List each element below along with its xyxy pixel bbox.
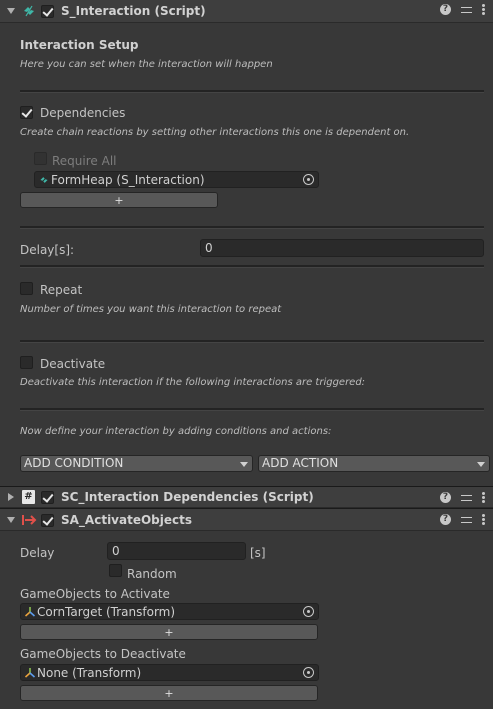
help-icon[interactable]: ?	[440, 492, 451, 503]
presets-icon[interactable]	[461, 514, 472, 525]
delay-input[interactable]: 0	[200, 239, 484, 257]
object-picker-icon[interactable]	[303, 606, 314, 617]
dependency-object-value: FormHeap (S_Interaction)	[51, 173, 205, 187]
interaction-script-icon	[40, 177, 48, 183]
component-header-sa-activate[interactable]: SA_ActivateObjects ?	[0, 508, 493, 531]
interaction-script-icon	[24, 5, 34, 17]
add-dependency-button[interactable]: +	[20, 192, 218, 208]
help-icon[interactable]: ?	[440, 4, 451, 15]
activate-object-value: CornTarget (Transform)	[37, 605, 176, 619]
add-condition-label: ADD CONDITION	[24, 456, 124, 470]
deactivate-label: Deactivate	[40, 357, 106, 371]
header-icons: ?	[440, 4, 485, 15]
add-deactivate-button[interactable]: +	[20, 685, 318, 701]
help-icon[interactable]: ?	[440, 514, 451, 525]
sa-delay-input[interactable]: 0	[107, 542, 246, 560]
dependencies-label: Dependencies	[40, 106, 126, 120]
component-title: S_Interaction (Script)	[61, 4, 206, 18]
divider	[20, 408, 484, 411]
delay-label: Delay[s]:	[20, 243, 75, 257]
script-icon: #	[22, 490, 35, 504]
transform-icon	[25, 668, 35, 678]
component-enabled-checkbox[interactable]	[41, 491, 54, 504]
dependencies-description: Create chain reactions by setting other …	[20, 127, 410, 138]
add-action-dropdown[interactable]: ADD ACTION	[258, 455, 490, 472]
repeat-checkbox[interactable]	[20, 282, 33, 295]
dependencies-checkbox[interactable]	[20, 106, 33, 119]
transform-icon	[25, 607, 35, 617]
define-description: Now define your interaction by adding co…	[20, 426, 332, 437]
more-options-icon[interactable]	[482, 4, 485, 15]
header-icons: ?	[440, 514, 485, 525]
divider	[20, 90, 484, 93]
require-all-checkbox[interactable]	[34, 152, 47, 165]
deactivate-objects-label: GameObjects to Deactivate	[20, 647, 186, 661]
delay-unit-label: [s]	[250, 546, 266, 560]
activate-label: GameObjects to Activate	[20, 587, 170, 601]
section-description: Here you can set when the interaction wi…	[20, 59, 273, 70]
fold-down-icon[interactable]	[7, 517, 15, 523]
presets-icon[interactable]	[461, 4, 472, 15]
dependency-object-field[interactable]: FormHeap (S_Interaction)	[34, 171, 319, 188]
activate-arrow-icon	[22, 515, 37, 525]
more-options-icon[interactable]	[482, 514, 485, 525]
divider	[20, 265, 484, 268]
fold-down-icon[interactable]	[7, 8, 15, 14]
random-checkbox[interactable]	[109, 564, 122, 577]
deactivate-description: Deactivate this interaction if the follo…	[20, 377, 366, 388]
repeat-description: Number of times you want this interactio…	[20, 304, 282, 315]
deactivate-object-field[interactable]: None (Transform)	[20, 664, 319, 681]
add-condition-dropdown[interactable]: ADD CONDITION	[20, 455, 253, 472]
component-header-s-interaction[interactable]: S_Interaction (Script) ?	[0, 0, 493, 23]
more-options-icon[interactable]	[482, 492, 485, 503]
random-label: Random	[127, 567, 177, 581]
object-picker-icon[interactable]	[303, 174, 314, 185]
script-icon-glyph: #	[24, 491, 33, 502]
chevron-down-icon	[240, 462, 248, 467]
section-title: Interaction Setup	[20, 38, 139, 52]
divider	[20, 226, 484, 229]
header-icons: ?	[440, 492, 485, 503]
object-picker-icon[interactable]	[303, 667, 314, 678]
presets-icon[interactable]	[461, 492, 472, 503]
chevron-down-icon	[477, 462, 485, 467]
repeat-label: Repeat	[40, 283, 83, 297]
divider	[20, 340, 484, 343]
component-title: SA_ActivateObjects	[61, 513, 193, 527]
component-header-sc-dependencies[interactable]: # SC_Interaction Dependencies (Script) ?	[0, 486, 493, 508]
sa-delay-label: Delay	[20, 546, 55, 560]
activate-object-field[interactable]: CornTarget (Transform)	[20, 603, 319, 620]
component-enabled-checkbox[interactable]	[41, 514, 54, 527]
component-enabled-checkbox[interactable]	[41, 5, 54, 18]
require-all-label: Require All	[52, 154, 117, 168]
component-title: SC_Interaction Dependencies (Script)	[61, 490, 314, 504]
deactivate-checkbox[interactable]	[20, 356, 33, 369]
add-activate-button[interactable]: +	[20, 624, 318, 640]
add-action-label: ADD ACTION	[262, 456, 339, 470]
deactivate-object-value: None (Transform)	[37, 666, 142, 680]
fold-right-icon[interactable]	[8, 493, 14, 501]
